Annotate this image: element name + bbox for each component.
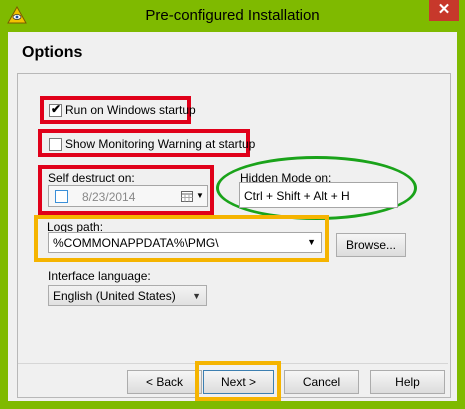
page-title: Options <box>22 44 83 61</box>
language-select[interactable]: English (United States) ▼ <box>48 285 207 306</box>
window-title: Pre-configured Installation <box>145 7 320 24</box>
logs-path-combobox[interactable]: %COMMONAPPDATA%\PMG\ ▼ <box>48 232 322 253</box>
hidden-mode-hotkey-input[interactable]: Ctrl + Shift + Alt + H <box>239 182 398 208</box>
self-destruct-checkbox[interactable] <box>55 190 68 203</box>
calendar-icon[interactable] <box>181 191 193 202</box>
check-mark-icon: ✔ <box>51 102 62 116</box>
hidden-mode-hotkey: Ctrl + Shift + Alt + H <box>244 189 350 203</box>
run-on-startup-label: Run on Windows startup <box>65 103 196 117</box>
back-button[interactable]: < Back <box>127 370 202 394</box>
self-destruct-date-picker[interactable]: 8/23/2014 ▼ <box>48 185 208 207</box>
self-destruct-date: 8/23/2014 <box>82 190 136 204</box>
self-destruct-label: Self destruct on: <box>48 171 135 185</box>
close-icon[interactable]: ✕ <box>429 0 459 21</box>
language-label: Interface language: <box>48 269 151 283</box>
language-value: English (United States) <box>53 289 176 303</box>
chevron-down-icon[interactable]: ▼ <box>196 191 204 200</box>
help-button[interactable]: Help <box>370 370 445 394</box>
checkbox[interactable]: ✔ <box>49 102 62 117</box>
show-warning-label: Show Monitoring Warning at startup <box>65 137 256 151</box>
client-area: Options ✔ Run on Windows startup Show Mon… <box>8 32 457 401</box>
logs-path-value: %COMMONAPPDATA%\PMG\ <box>53 236 219 250</box>
show-warning-checkbox[interactable]: Show Monitoring Warning at startup <box>49 137 255 151</box>
installer-window: Pre-configured Installation ✕ Options ✔ R… <box>0 0 465 409</box>
browse-button[interactable]: Browse... <box>336 233 406 257</box>
chevron-down-icon[interactable]: ▼ <box>192 291 201 301</box>
title-bar[interactable]: Pre-configured Installation ✕ <box>0 0 465 32</box>
run-on-startup-checkbox[interactable]: ✔ Run on Windows startup <box>49 102 196 117</box>
chevron-down-icon[interactable]: ▼ <box>307 237 316 247</box>
header-band: Options <box>8 32 457 74</box>
checkbox[interactable] <box>49 138 62 151</box>
next-button[interactable]: Next > <box>203 370 274 394</box>
cancel-button[interactable]: Cancel <box>284 370 359 394</box>
